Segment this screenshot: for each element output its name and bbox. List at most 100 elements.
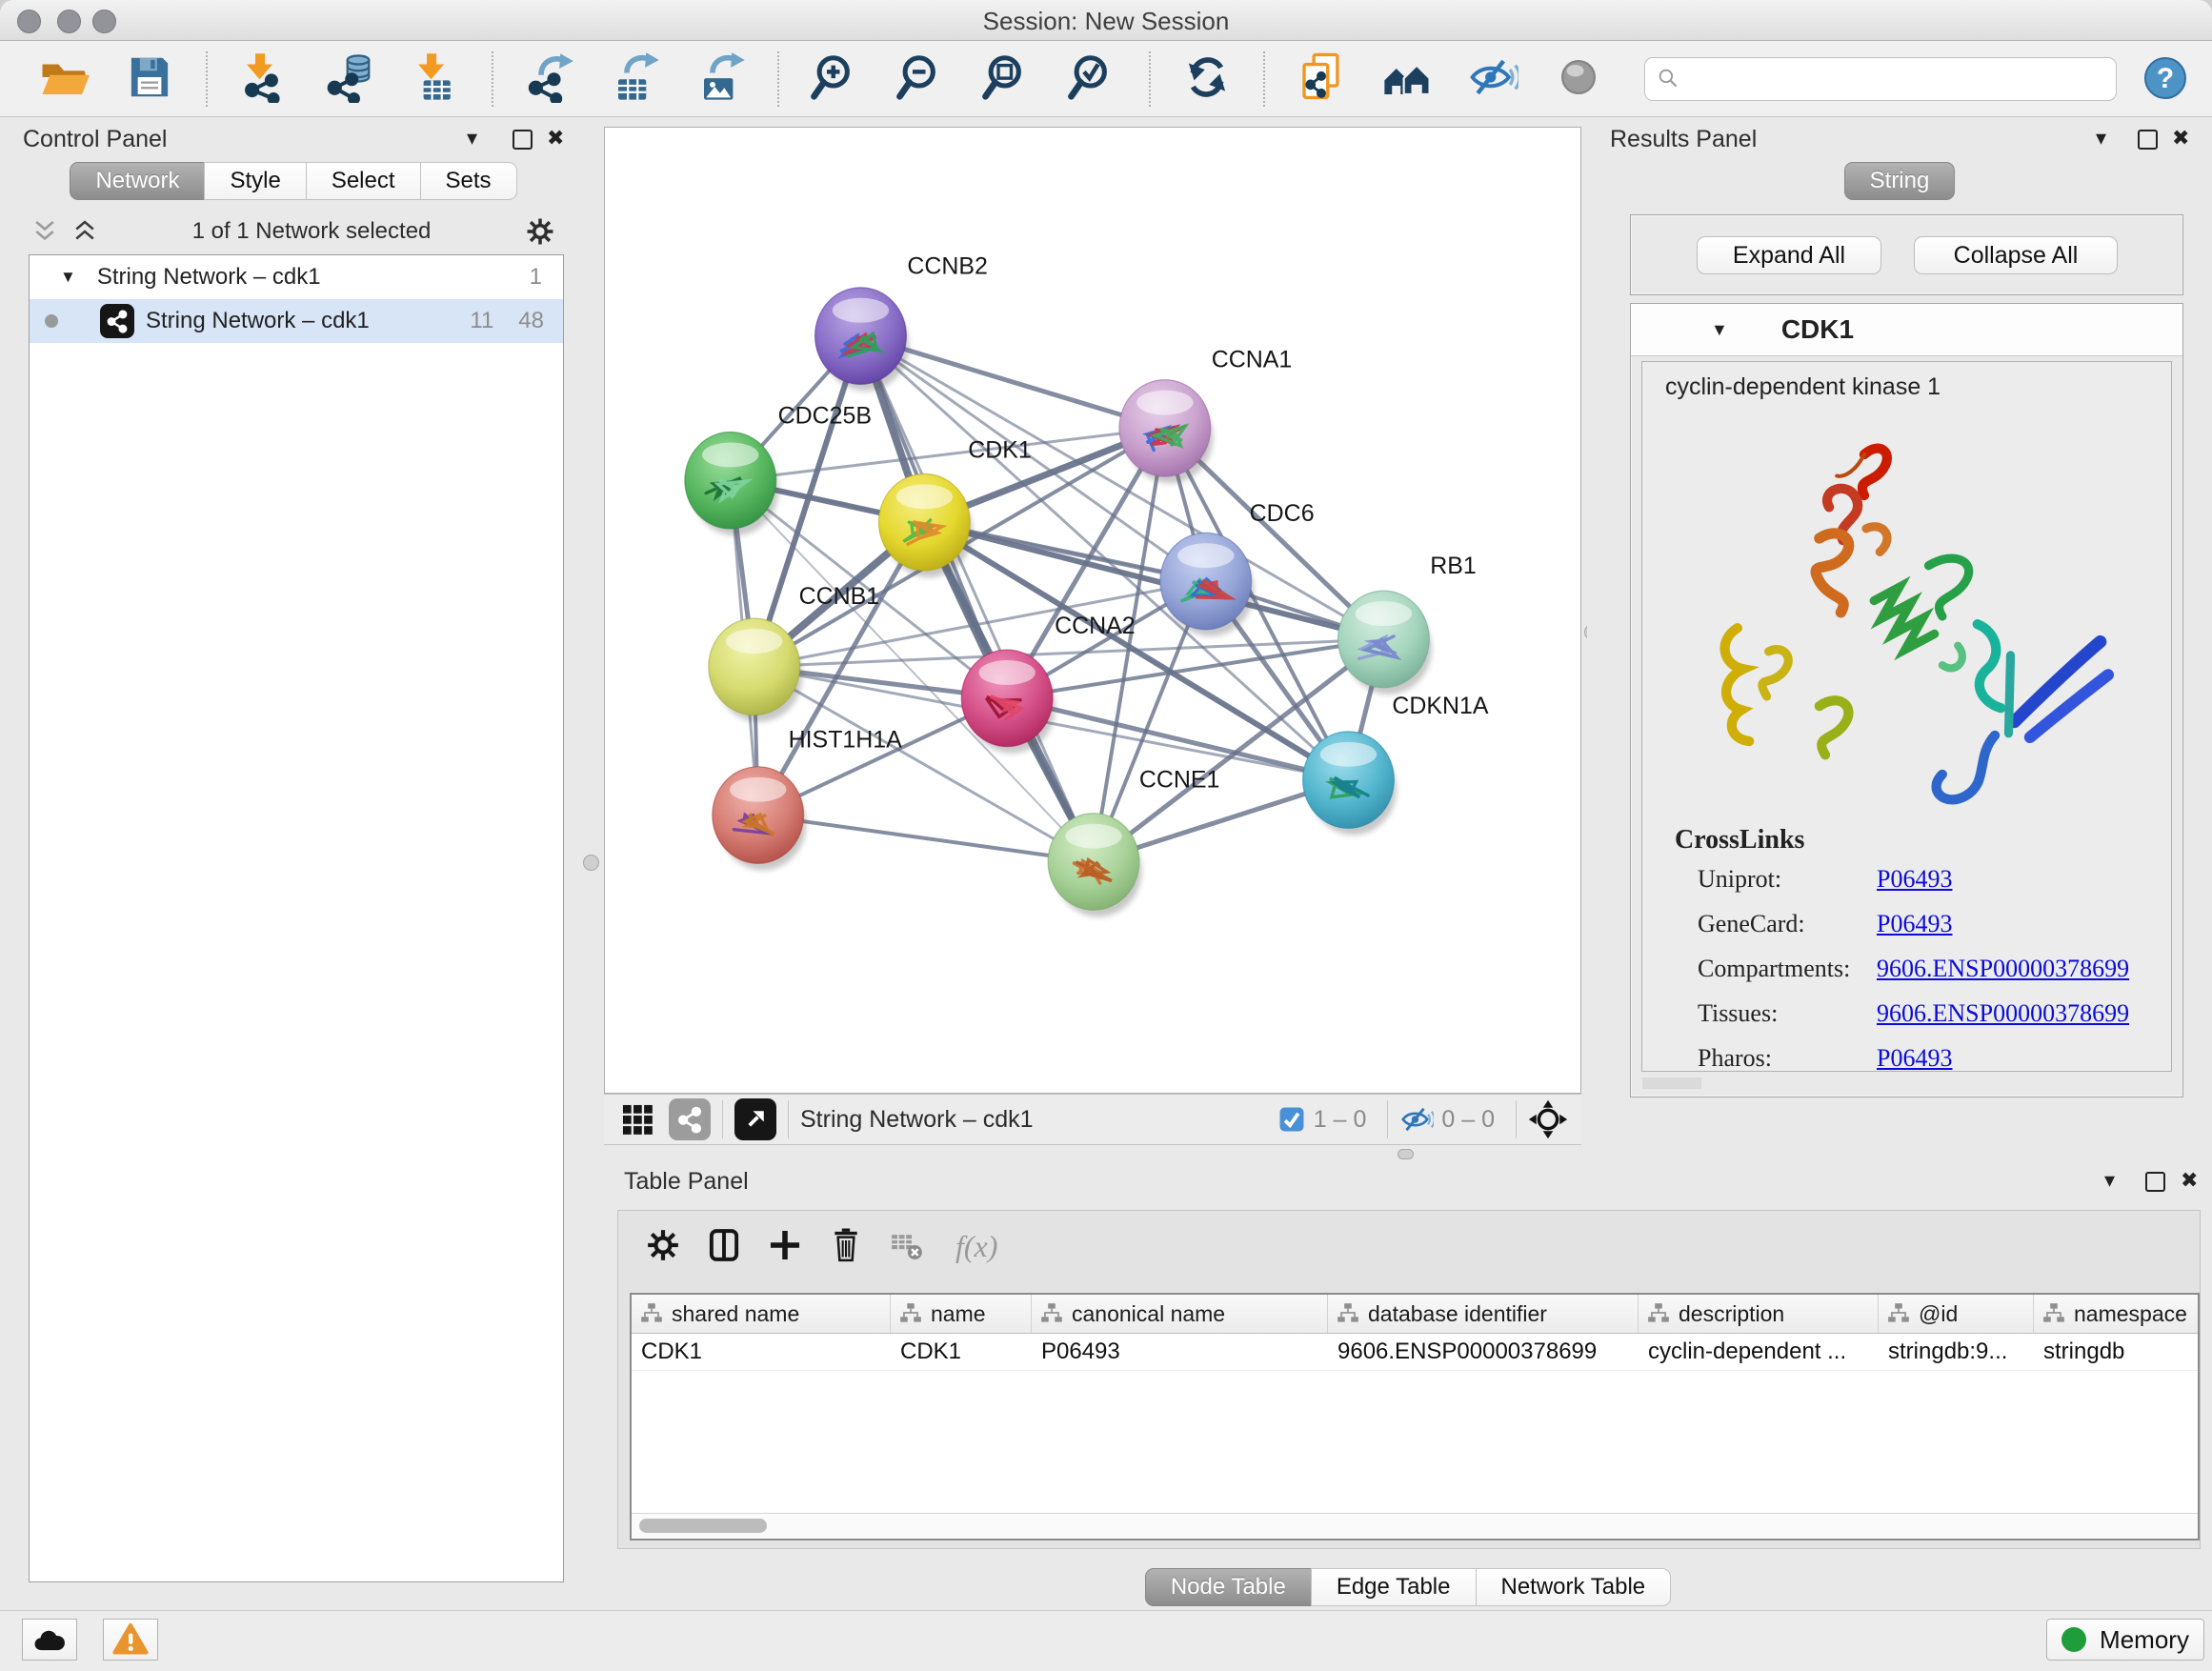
zoom-in-button[interactable] bbox=[809, 51, 862, 107]
node-CDKN1A[interactable]: CDKN1A bbox=[1303, 693, 1489, 836]
node-CCNB2[interactable]: CCNB2 bbox=[815, 253, 988, 392]
control-panel-collapse-icon[interactable]: ▾ bbox=[467, 128, 477, 149]
node-CDC25B[interactable]: CDC25B bbox=[685, 402, 872, 535]
node-CCNA1[interactable]: CCNA1 bbox=[1119, 347, 1292, 484]
column-header-canonical-name[interactable]: canonical name bbox=[1032, 1295, 1328, 1333]
network-overview-button[interactable] bbox=[669, 1098, 711, 1140]
import-network-button[interactable] bbox=[237, 51, 291, 107]
tab-sets[interactable]: Sets bbox=[420, 162, 517, 200]
node-CCNE1[interactable]: CCNE1 bbox=[1048, 767, 1219, 917]
results-panel-float-icon[interactable] bbox=[2138, 130, 2158, 150]
import-table-disabled-button[interactable] bbox=[885, 1224, 929, 1268]
tab-select[interactable]: Select bbox=[306, 162, 421, 200]
delete-column-button[interactable] bbox=[824, 1224, 868, 1268]
left-splitter-grip[interactable] bbox=[583, 855, 599, 871]
network-canvas[interactable]: CCNB2CCNA1CDC25BCDK1CDC6RB1CCNB1CCNA2CDK… bbox=[604, 127, 1581, 1094]
birds-eye-view-button[interactable] bbox=[619, 1101, 655, 1137]
gene-section-header[interactable]: ▼ CDK1 bbox=[1631, 304, 2182, 356]
expand-all-button[interactable]: Expand All bbox=[1697, 236, 1881, 274]
hidden-items-eye-slash-icon[interactable] bbox=[1399, 1102, 1434, 1137]
create-column-button[interactable] bbox=[763, 1224, 807, 1268]
fit-selected-crosshair-icon[interactable] bbox=[1528, 1099, 1568, 1139]
import-network-database-button[interactable] bbox=[323, 51, 376, 107]
zoom-fit-button[interactable] bbox=[980, 51, 1034, 107]
automation-cloud-button[interactable] bbox=[22, 1619, 77, 1661]
collapse-all-button[interactable]: Collapse All bbox=[1914, 236, 2118, 274]
table-cell[interactable]: 9606.ENSP00000378699 bbox=[1328, 1339, 1639, 1365]
tab-network-table[interactable]: Network Table bbox=[1476, 1568, 1672, 1606]
selected-items-checkbox-icon[interactable] bbox=[1277, 1105, 1306, 1134]
table-panel-close-icon[interactable]: ✖ bbox=[2181, 1170, 2198, 1191]
column-header-shared-name[interactable]: shared name bbox=[632, 1295, 891, 1333]
crosslink-value-link[interactable]: P06493 bbox=[1877, 1044, 1952, 1073]
bottom-splitter-grip[interactable] bbox=[1398, 1149, 1414, 1159]
tab-style[interactable]: Style bbox=[204, 162, 306, 200]
table-cell[interactable]: P06493 bbox=[1032, 1339, 1328, 1365]
gene-disclosure-icon[interactable]: ▼ bbox=[1711, 320, 1728, 340]
edge-CCNB2-CCNE1[interactable] bbox=[860, 336, 1094, 862]
tab-edge-table[interactable]: Edge Table bbox=[1311, 1568, 1477, 1606]
column-header-description[interactable]: description bbox=[1639, 1295, 1879, 1333]
help-button[interactable] bbox=[2142, 55, 2189, 103]
node-table[interactable]: shared namenamecanonical namedatabase id… bbox=[630, 1293, 2200, 1540]
network-options-gear-icon[interactable] bbox=[524, 215, 556, 248]
edge-HIST1H1A-CCNE1[interactable] bbox=[758, 815, 1094, 862]
hide-panel-button[interactable] bbox=[1466, 51, 1519, 107]
refresh-button[interactable] bbox=[1180, 51, 1234, 107]
crosslink-value-link[interactable]: 9606.ENSP00000378699 bbox=[1877, 955, 2129, 983]
table-options-gear-button[interactable] bbox=[641, 1224, 685, 1268]
detach-view-button[interactable] bbox=[734, 1098, 776, 1140]
tab-string[interactable]: String bbox=[1844, 162, 1956, 200]
network-row[interactable]: String Network – cdk1 11 48 bbox=[30, 299, 563, 343]
zoom-selected-button[interactable] bbox=[1066, 51, 1119, 107]
tab-node-table[interactable]: Node Table bbox=[1145, 1568, 1312, 1606]
crosslink-value-link[interactable]: P06493 bbox=[1877, 910, 1952, 938]
export-network-button[interactable] bbox=[523, 51, 576, 107]
home-button[interactable] bbox=[1380, 51, 1434, 107]
column-header--id[interactable]: @id bbox=[1879, 1295, 2034, 1333]
warnings-button[interactable] bbox=[103, 1619, 158, 1661]
node-CCNB1[interactable]: CCNB1 bbox=[709, 583, 879, 722]
tab-network[interactable]: Network bbox=[70, 162, 205, 200]
save-session-button[interactable] bbox=[123, 51, 176, 107]
duplicate-network-button[interactable] bbox=[1295, 51, 1348, 107]
results-hscroll-thumb[interactable] bbox=[1642, 1077, 1701, 1089]
control-panel-float-icon[interactable] bbox=[513, 130, 533, 150]
search-box[interactable] bbox=[1644, 57, 2117, 101]
column-header-database-identifier[interactable]: database identifier bbox=[1328, 1295, 1639, 1333]
table-panel-float-icon[interactable] bbox=[2145, 1172, 2165, 1192]
table-cell[interactable]: stringdb:9... bbox=[1879, 1339, 2034, 1365]
table-hscrollbar[interactable] bbox=[632, 1513, 2198, 1539]
results-panel-close-icon[interactable]: ✖ bbox=[2172, 128, 2189, 149]
export-image-button[interactable] bbox=[694, 51, 748, 107]
crosslink-value-link[interactable]: P06493 bbox=[1877, 865, 1952, 894]
export-table-button[interactable] bbox=[609, 51, 662, 107]
node-HIST1H1A[interactable]: HIST1H1A bbox=[713, 727, 902, 871]
zoom-out-button[interactable] bbox=[895, 51, 948, 107]
table-row[interactable]: CDK1CDK1P064939606.ENSP00000378699cyclin… bbox=[632, 1334, 2198, 1371]
crosslink-value-link[interactable]: 9606.ENSP00000378699 bbox=[1877, 999, 2129, 1028]
show-columns-button[interactable] bbox=[702, 1224, 746, 1268]
table-cell[interactable]: stringdb bbox=[2034, 1339, 2200, 1365]
search-input[interactable] bbox=[1683, 59, 2116, 99]
show-panel-button[interactable] bbox=[1552, 51, 1605, 107]
results-panel-collapse-icon[interactable]: ▾ bbox=[2096, 128, 2106, 149]
node-RB1[interactable]: RB1 bbox=[1337, 553, 1476, 695]
table-panel-collapse-icon[interactable]: ▾ bbox=[2104, 1170, 2115, 1191]
control-panel-close-icon[interactable]: ✖ bbox=[547, 128, 564, 149]
table-cell[interactable]: cyclin-dependent ... bbox=[1639, 1339, 1879, 1365]
function-builder-icon[interactable]: f(x) bbox=[955, 1229, 997, 1264]
collection-disclosure-icon[interactable]: ▼ bbox=[60, 268, 76, 287]
collapse-all-networks-icon[interactable] bbox=[30, 217, 59, 246]
column-header-namespace[interactable]: namespace bbox=[2034, 1295, 2200, 1333]
open-file-button[interactable] bbox=[37, 51, 90, 107]
import-table-button[interactable] bbox=[409, 51, 462, 107]
network-collection-row[interactable]: ▼ String Network – cdk1 1 bbox=[30, 255, 563, 299]
table-hscroll-thumb[interactable] bbox=[639, 1519, 767, 1533]
table-cell[interactable]: CDK1 bbox=[891, 1339, 1032, 1365]
column-header-name[interactable]: name bbox=[891, 1295, 1032, 1333]
table-cell[interactable]: CDK1 bbox=[632, 1339, 891, 1365]
expand-all-networks-icon[interactable] bbox=[70, 217, 99, 246]
network-graph[interactable]: CCNB2CCNA1CDC25BCDK1CDC6RB1CCNB1CCNA2CDK… bbox=[605, 128, 1580, 1093]
memory-button[interactable]: Memory bbox=[2046, 1619, 2204, 1661]
